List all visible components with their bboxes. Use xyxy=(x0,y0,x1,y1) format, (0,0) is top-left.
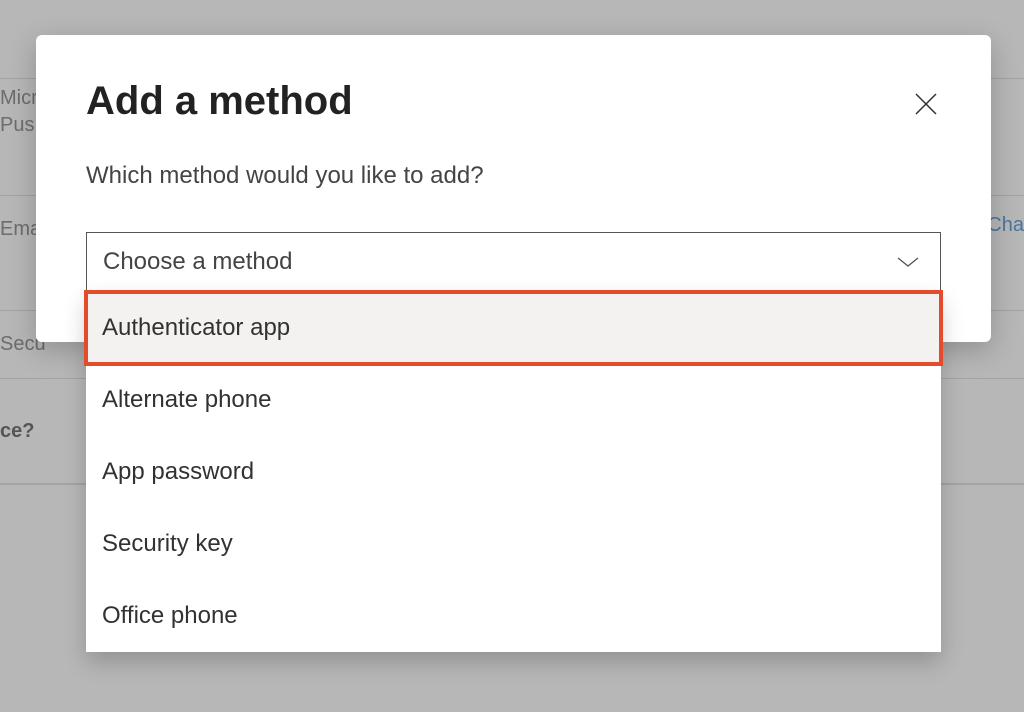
method-dropdown: Authenticator app Alternate phone App pa… xyxy=(86,292,941,652)
option-office-phone[interactable]: Office phone xyxy=(86,580,941,652)
option-authenticator-app[interactable]: Authenticator app xyxy=(86,292,941,364)
method-select-wrapper: Choose a method Authenticator app Altern… xyxy=(86,232,941,292)
dialog-header: Add a method xyxy=(86,79,941,124)
option-label: Security key xyxy=(102,530,233,558)
method-select[interactable]: Choose a method xyxy=(86,232,941,292)
dialog-subtitle: Which method would you like to add? xyxy=(86,162,941,190)
select-placeholder: Choose a method xyxy=(103,248,292,276)
close-button[interactable] xyxy=(911,89,941,119)
close-icon xyxy=(913,91,939,117)
option-label: Alternate phone xyxy=(102,386,271,414)
chevron-down-icon xyxy=(896,255,920,269)
option-app-password[interactable]: App password xyxy=(86,436,941,508)
option-alternate-phone[interactable]: Alternate phone xyxy=(86,364,941,436)
option-label: App password xyxy=(102,458,254,486)
option-label: Authenticator app xyxy=(102,314,290,342)
dialog-title: Add a method xyxy=(86,79,353,124)
option-security-key[interactable]: Security key xyxy=(86,508,941,580)
option-label: Office phone xyxy=(102,602,238,630)
add-method-dialog: Add a method Which method would you like… xyxy=(36,35,991,342)
